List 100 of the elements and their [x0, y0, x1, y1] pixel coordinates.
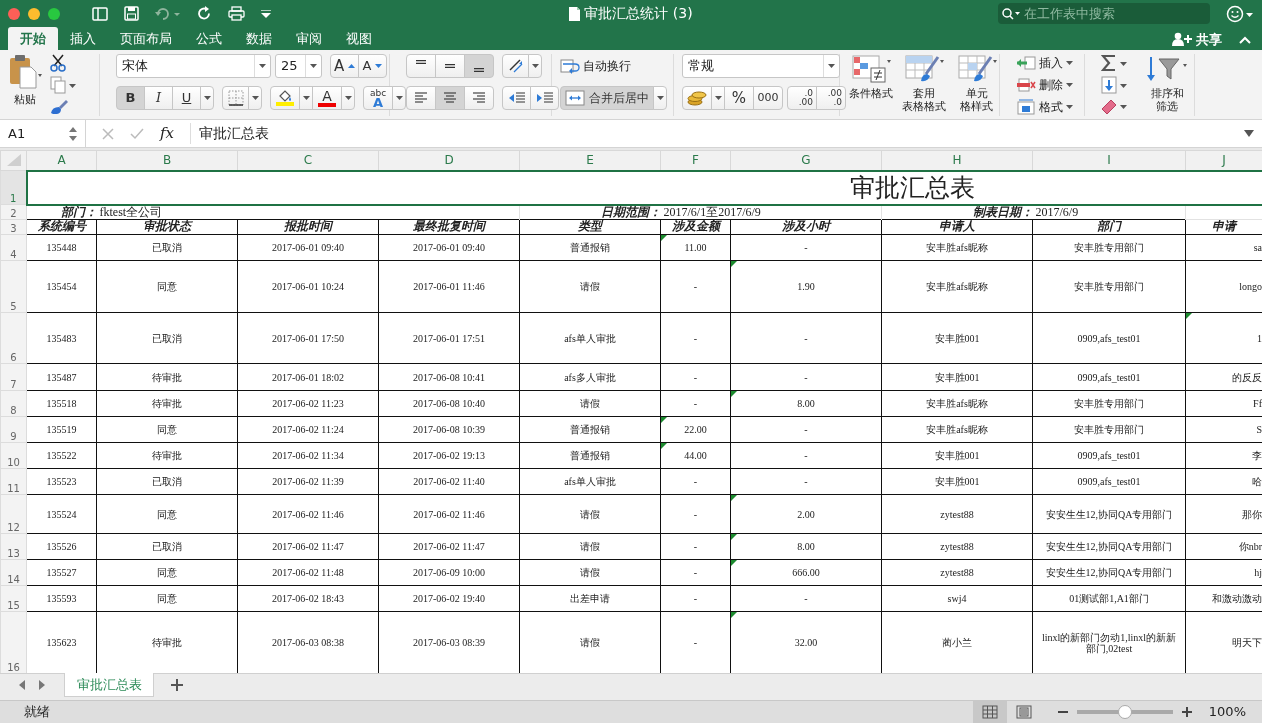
- underline-options-button[interactable]: [200, 86, 214, 110]
- increase-font-size-button[interactable]: A: [330, 54, 359, 78]
- search-icon[interactable]: [1002, 7, 1020, 20]
- zoom-button[interactable]: [48, 7, 60, 20]
- ribbon-tab[interactable]: 公式: [184, 27, 234, 50]
- align-top-button[interactable]: [406, 54, 436, 78]
- column-header[interactable]: I: [1032, 150, 1186, 171]
- sheet-tab[interactable]: 审批汇总表: [64, 673, 154, 697]
- expand-caret-icon[interactable]: [1244, 130, 1254, 137]
- font-color-button[interactable]: A: [312, 86, 342, 110]
- zoom-in-icon[interactable]: [1180, 706, 1193, 718]
- autosum-icon[interactable]: [1101, 54, 1127, 72]
- insert-cells-button[interactable]: 插入: [1016, 54, 1084, 72]
- row-header[interactable]: 13: [0, 533, 27, 560]
- ribbon-tab[interactable]: 开始: [8, 27, 58, 50]
- column-header[interactable]: A: [26, 150, 97, 171]
- ribbon-tab[interactable]: 页面布局: [108, 27, 184, 50]
- phonetic-button[interactable]: abc A: [363, 86, 393, 110]
- sort-filter-button[interactable]: 排序和 筛选: [1143, 54, 1191, 116]
- align-right-button[interactable]: [464, 86, 494, 110]
- cut-icon[interactable]: [50, 54, 66, 72]
- orientation-options-button[interactable]: [528, 54, 542, 78]
- row-header[interactable]: 14: [0, 559, 27, 586]
- delete-cells-button[interactable]: 删除: [1016, 76, 1084, 94]
- undo-icon[interactable]: [155, 6, 181, 21]
- column-header[interactable]: C: [237, 150, 379, 171]
- share-button[interactable]: 共享: [1166, 28, 1228, 50]
- feedback-icon[interactable]: [1226, 4, 1254, 23]
- cell-styles-button[interactable]: 单元 格样式: [954, 54, 999, 116]
- wrap-text-button[interactable]: 自动换行: [560, 54, 673, 78]
- row-header[interactable]: 5: [0, 260, 27, 313]
- row-header[interactable]: 9: [0, 416, 27, 443]
- merge-options-button[interactable]: [653, 86, 667, 110]
- column-header[interactable]: B: [96, 150, 238, 171]
- ribbon-tab[interactable]: 插入: [58, 27, 108, 50]
- row-header[interactable]: 10: [0, 442, 27, 469]
- row-header[interactable]: 4: [0, 234, 27, 261]
- row-header[interactable]: 11: [0, 468, 27, 495]
- phonetic-options-button[interactable]: [392, 86, 406, 110]
- bold-button[interactable]: B: [116, 86, 145, 110]
- customize-caret-icon[interactable]: [261, 9, 271, 18]
- format-cells-button[interactable]: 格式: [1016, 98, 1084, 116]
- copy-icon[interactable]: [50, 76, 76, 94]
- fill-down-icon[interactable]: [1101, 76, 1127, 94]
- align-middle-button[interactable]: [435, 54, 465, 78]
- conditional-formatting-button[interactable]: 条件格式: [848, 54, 893, 116]
- row-header[interactable]: 1: [0, 170, 27, 205]
- paste-button[interactable]: 粘贴: [8, 54, 42, 116]
- add-sheet-icon[interactable]: [170, 678, 184, 692]
- sidebar-icon[interactable]: [92, 6, 108, 21]
- decrease-indent-button[interactable]: [502, 86, 531, 110]
- decrease-font-size-button[interactable]: A: [358, 54, 387, 78]
- zoom-slider-thumb[interactable]: [1117, 705, 1132, 719]
- row-header[interactable]: 6: [0, 312, 27, 364]
- ribbon-tab[interactable]: 视图: [334, 27, 384, 50]
- ribbon-tab[interactable]: 数据: [234, 27, 284, 50]
- column-header[interactable]: H: [881, 150, 1033, 171]
- print-icon[interactable]: [228, 6, 245, 21]
- eraser-icon[interactable]: [1101, 98, 1127, 114]
- column-header[interactable]: F: [660, 150, 731, 171]
- font-select[interactable]: 宋体: [116, 54, 271, 78]
- align-bottom-button[interactable]: [464, 54, 494, 78]
- increase-indent-button[interactable]: [530, 86, 559, 110]
- underline-button[interactable]: U: [172, 86, 201, 110]
- row-header[interactable]: 12: [0, 494, 27, 534]
- font-color-options-button[interactable]: [341, 86, 355, 110]
- insert-function-button[interactable]: fx: [160, 122, 174, 145]
- align-center-button[interactable]: [435, 86, 465, 110]
- ribbon-tab[interactable]: 审阅: [284, 27, 334, 50]
- row-header[interactable]: 15: [0, 585, 27, 612]
- percent-button[interactable]: %: [724, 86, 754, 110]
- column-header[interactable]: G: [730, 150, 882, 171]
- format-painter-icon[interactable]: [50, 98, 68, 114]
- currency-options-button[interactable]: [711, 86, 725, 110]
- currency-button[interactable]: [682, 86, 712, 110]
- comma-style-button[interactable]: 000: [753, 86, 783, 110]
- orientation-button[interactable]: [502, 54, 529, 78]
- number-format-select[interactable]: 常规: [682, 54, 840, 78]
- redo-icon[interactable]: [197, 6, 212, 21]
- minimize-button[interactable]: [28, 7, 40, 20]
- italic-button[interactable]: I: [144, 86, 173, 110]
- fill-color-button[interactable]: [270, 86, 300, 110]
- fill-color-options-button[interactable]: [299, 86, 313, 110]
- column-header[interactable]: J: [1185, 150, 1262, 171]
- normal-view-button[interactable]: [972, 701, 1007, 723]
- row-header[interactable]: 8: [0, 390, 27, 417]
- align-left-button[interactable]: [406, 86, 436, 110]
- borders-options-button[interactable]: [248, 86, 262, 110]
- column-header[interactable]: D: [378, 150, 520, 171]
- borders-button[interactable]: [222, 86, 249, 110]
- decrease-decimal-button[interactable]: .00 .0: [816, 86, 846, 110]
- format-as-table-button[interactable]: 套用 表格格式: [901, 54, 946, 116]
- save-icon[interactable]: [124, 6, 139, 21]
- merge-center-button[interactable]: 合并后居中: [560, 86, 654, 110]
- row-header[interactable]: 7: [0, 363, 27, 391]
- increase-decimal-button[interactable]: .0 .00: [787, 86, 817, 110]
- name-box[interactable]: A1: [0, 119, 86, 148]
- column-header[interactable]: E: [519, 150, 661, 171]
- font-size-select[interactable]: 25: [275, 54, 322, 78]
- row-header[interactable]: 16: [0, 611, 27, 673]
